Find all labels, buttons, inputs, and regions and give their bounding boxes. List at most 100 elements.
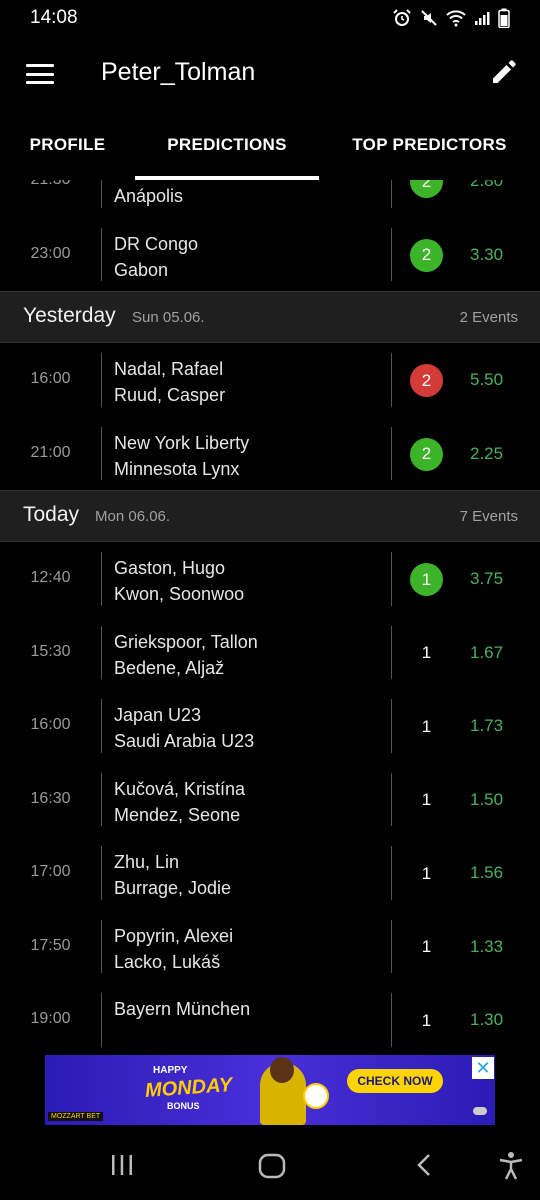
hamburger-icon	[26, 64, 54, 67]
odds-value: 3.75	[470, 569, 504, 588]
ad-happy-text: HAPPY	[153, 1065, 188, 1076]
prediction-row[interactable]: 12:40 Gaston, Hugo Kwon, Soonwoo 1 3.75	[0, 542, 540, 616]
divider	[101, 353, 102, 407]
pick-badge: 2	[410, 238, 443, 272]
prediction-row[interactable]: 21:30 Anápolis 2 2.80	[0, 180, 540, 218]
prediction-row[interactable]: 17:50 Popyrin, Alexei Lacko, Lukáš 1 1.33	[0, 910, 540, 984]
match-time: 17:50	[30, 936, 71, 954]
prediction-row[interactable]: 15:30 Griekspoor, Tallon Bedene, Aljaž 1 1.6…	[0, 616, 540, 690]
prediction-row[interactable]: 16:00 Japan U23 Saudi Arabia U23 1 1.73	[0, 689, 540, 763]
day-header-yesterday: Yesterday Sun 05.06. 2 Events	[0, 291, 540, 343]
tab-top-predictors[interactable]: TOP PREDICTORS	[319, 110, 540, 180]
team-home: DR Congo	[114, 233, 199, 254]
pick-badge: 2	[410, 364, 443, 397]
divider	[101, 552, 102, 606]
team-home: Zhu, Lin	[114, 852, 180, 872]
tab-profile[interactable]: PROFILE	[0, 110, 135, 180]
ad-close-button[interactable]: ✕	[472, 1057, 494, 1079]
team-away: Bedene, Aljaž	[114, 657, 225, 678]
match-teams: Bayern München	[114, 996, 250, 1022]
prediction-row[interactable]: 23:00 DR Congo Gabon 2 3.30	[0, 218, 540, 292]
tab-bar: PROFILE PREDICTIONS TOP PREDICTORS	[0, 110, 540, 180]
divider	[101, 699, 102, 753]
team-away: Anápolis	[114, 186, 184, 206]
match-teams: DR Congo Gabon	[114, 231, 198, 283]
divider	[391, 552, 392, 606]
menu-button[interactable]	[26, 64, 54, 84]
team-home: Griekspoor, Tallon	[114, 631, 258, 652]
prediction-row[interactable]: 16:00 Nadal, Rafael Ruud, Casper 2 5.50	[0, 343, 540, 417]
team-away: Burrage, Jodie	[114, 878, 232, 898]
team-away: Kwon, Soonwoo	[114, 584, 245, 604]
home-icon[interactable]	[258, 1153, 286, 1179]
odds-value: 2.80	[470, 180, 504, 190]
odds-value: 1.67	[470, 642, 504, 662]
team-home: Nadal, Rafael	[114, 359, 224, 379]
pick-badge: 2	[410, 437, 443, 471]
odds-value: 2.25	[470, 443, 504, 463]
prediction-row[interactable]: 21:00 New York Liberty Minnesota Lynx 2 …	[0, 417, 540, 491]
recent-apps-icon[interactable]	[110, 1153, 134, 1177]
pick-badge: 2	[410, 180, 443, 198]
app-bar: Peter_Tolman	[0, 36, 540, 110]
match-time: 19:00	[30, 1010, 71, 1027]
alarm-icon	[393, 9, 411, 26]
divider	[391, 772, 392, 826]
match-time: 16:00	[30, 716, 71, 733]
pick-badge: 1	[421, 790, 432, 809]
odds-value: 1.30	[470, 1010, 504, 1029]
prediction-row[interactable]: 19:00 Bayern München 1 1.30	[0, 983, 540, 1048]
team-away: Lacko, Lukáš	[114, 951, 221, 972]
divider	[101, 846, 102, 900]
page-title: Peter_Tolman	[101, 58, 256, 86]
divider	[391, 180, 392, 208]
tab-predictions[interactable]: PREDICTIONS	[135, 110, 319, 180]
day-date: Mon 06.06.	[95, 508, 171, 525]
team-home: Japan U23	[114, 705, 202, 725]
pick-badge: 1	[421, 716, 432, 736]
divider	[101, 426, 102, 480]
odds-value: 3.30	[470, 244, 504, 264]
back-icon[interactable]	[414, 1153, 434, 1177]
match-time: 21:30	[0, 180, 101, 189]
edit-pencil-icon[interactable]	[488, 56, 520, 88]
match-teams: New York Liberty Minnesota Lynx	[114, 430, 249, 482]
odds-value: 1.50	[470, 789, 504, 809]
match-time: 16:30	[30, 789, 71, 807]
wifi-icon	[446, 10, 466, 27]
match-teams: Griekspoor, Tallon Bedene, Aljaž	[114, 629, 258, 681]
pick-badge: 1	[421, 937, 432, 956]
day-name: Today	[23, 503, 80, 526]
day-name: Yesterday	[23, 304, 116, 327]
match-time: 21:00	[30, 443, 71, 461]
divider	[101, 772, 102, 826]
team-away: Saudi Arabia U23	[114, 731, 255, 751]
team-home: Gaston, Hugo	[114, 558, 226, 578]
pick-badge: 1	[410, 563, 443, 596]
ad-monday-text: MONDAY	[144, 1073, 234, 1103]
status-icons	[392, 8, 510, 28]
divider	[391, 227, 392, 281]
ad-person-head	[270, 1057, 294, 1083]
ad-bonus-text: BONUS	[167, 1101, 200, 1111]
signal-icon	[475, 12, 490, 25]
status-bar: 14:08	[0, 0, 540, 36]
section-previous: 21:30 Anápolis 2 2.80 23:00 DR Congo Gab…	[0, 180, 540, 291]
accessibility-icon[interactable]	[497, 1151, 525, 1181]
match-time: 17:00	[30, 863, 71, 880]
predictions-list[interactable]: 21:30 Anápolis 2 2.80 23:00 DR Congo Gab…	[0, 180, 540, 1048]
match-teams: Zhu, Lin Burrage, Jodie	[114, 849, 231, 901]
pick-badge: 1	[421, 643, 432, 662]
match-teams: Anápolis	[114, 180, 183, 209]
team-away: Gabon	[114, 259, 169, 280]
ad-banner[interactable]: MOZZART BET HAPPY MONDAY BONUS CHECK NOW	[45, 1055, 495, 1125]
ad-check-now-button[interactable]: CHECK NOW	[347, 1069, 443, 1093]
divider	[391, 993, 392, 1047]
prediction-row[interactable]: 16:30 Kučová, Kristína Mendez, Seone 1 1.50	[0, 763, 540, 837]
odds-value: 5.50	[470, 370, 504, 389]
event-count: 7 Events	[459, 508, 518, 525]
team-home: Kučová, Kristína	[114, 778, 246, 799]
prediction-row[interactable]: 17:00 Zhu, Lin Burrage, Jodie 1 1.56	[0, 836, 540, 910]
pick-badge: 1	[421, 863, 432, 883]
event-count: 2 Events	[459, 309, 518, 326]
